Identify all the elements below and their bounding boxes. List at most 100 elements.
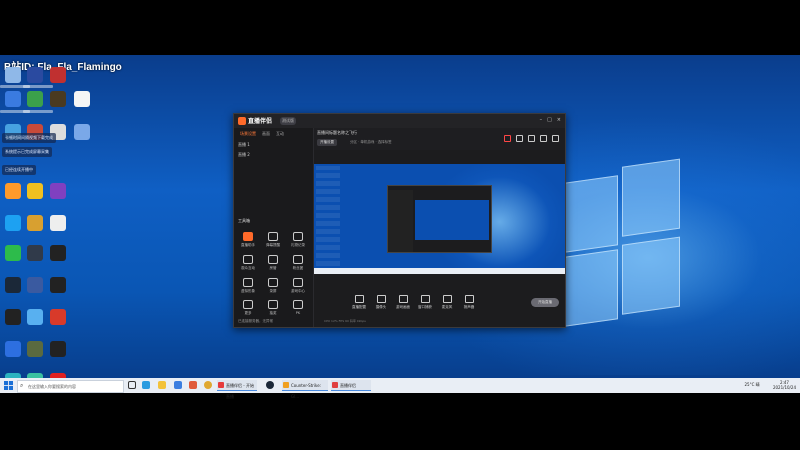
tool-moderator[interactable]: 房管 <box>261 255 285 271</box>
tool-lottery[interactable]: 抽奖 <box>261 300 285 316</box>
tools-title: 工具箱 <box>238 218 250 223</box>
taskbar-app-live[interactable]: 直播伴侣 - 开始直播 <box>217 380 257 399</box>
chart-icon[interactable] <box>528 135 535 142</box>
settings-icon[interactable] <box>540 135 547 142</box>
app-icon[interactable] <box>27 341 43 357</box>
app-icon[interactable] <box>174 381 182 389</box>
app-icon[interactable] <box>27 245 43 261</box>
notification: 已经连续开播中 <box>2 165 36 175</box>
file-icon[interactable] <box>74 91 90 107</box>
control-window-capture[interactable]: 窗口捕获 <box>416 295 434 310</box>
close-button[interactable]: × <box>557 117 561 123</box>
app-icon[interactable] <box>27 183 43 199</box>
app-logo-icon <box>238 117 246 125</box>
tool-audience[interactable]: 观众互动 <box>236 255 260 271</box>
windows-start-icon[interactable] <box>4 381 13 390</box>
icon-label <box>23 110 53 113</box>
recursive-preview-window <box>387 185 492 253</box>
app-icon[interactable] <box>50 67 66 83</box>
epic-games-icon[interactable] <box>5 309 21 325</box>
notification: 卡顿时间间隔视频下载完成 <box>2 133 56 143</box>
app-icon[interactable] <box>50 91 66 107</box>
steam-taskbar-icon[interactable] <box>266 381 274 389</box>
file-explorer-icon[interactable] <box>158 381 166 389</box>
app-icon[interactable] <box>50 341 66 357</box>
recycle-bin-icon[interactable] <box>5 67 21 83</box>
app-icon[interactable] <box>74 124 90 140</box>
search-icon: ⌕ <box>20 382 24 389</box>
edge-icon[interactable] <box>142 381 150 389</box>
app-icon[interactable] <box>50 309 66 325</box>
tool-gift-record[interactable]: 礼物记录 <box>286 232 310 248</box>
stream-preview[interactable] <box>314 164 565 274</box>
tool-pk[interactable]: PK <box>286 300 310 315</box>
tab-scene[interactable]: 场景设置 <box>240 131 256 137</box>
tab-interact[interactable]: 互动 <box>276 131 284 137</box>
app-title: 直播伴侣 <box>248 118 273 125</box>
chat-icon[interactable] <box>27 309 43 325</box>
tool-game-center[interactable]: 游戏中心 <box>286 278 310 294</box>
left-panel: 场景设置 画面 互动 直播 1 直播 2 工具箱 直播助手 弹幕提醒 礼物记录 … <box>234 128 314 327</box>
tool-fan-club[interactable]: 粉丝团 <box>286 255 310 271</box>
tool-avatar[interactable]: 虚拟形象 <box>236 278 260 294</box>
scene-item[interactable]: 直播 2 <box>238 152 250 158</box>
tool-danmaku[interactable]: 弹幕提醒 <box>261 232 285 248</box>
taskbar-search[interactable]: ⌕ 在这里输入你要搜索的内容 <box>17 380 124 393</box>
room-info-bar: 直播间标题名称之飞行 开播设置 分区 · 单机游戏 · 选择标签 <box>314 128 565 150</box>
start-live-button[interactable]: 开始直播 <box>531 298 559 307</box>
notification: 系统提示已完成屏幕采集 <box>2 147 52 157</box>
control-game-capture[interactable]: 游戏画面 <box>394 295 412 310</box>
app-icon[interactable] <box>5 183 21 199</box>
share-icon[interactable] <box>552 135 559 142</box>
app-icon[interactable] <box>50 245 66 261</box>
notification-icon[interactable] <box>504 135 511 142</box>
control-camera[interactable]: 摄像头 <box>372 295 390 310</box>
app-icon[interactable] <box>50 215 66 231</box>
control-config[interactable]: 直播配置 <box>350 295 368 310</box>
wechat-icon[interactable] <box>5 245 21 261</box>
app-icon[interactable] <box>27 215 43 231</box>
chrome-icon[interactable] <box>204 381 212 389</box>
tool-more[interactable]: 更多 <box>236 300 260 316</box>
tab-source[interactable]: 画面 <box>262 131 270 137</box>
clock-date[interactable]: 2021/10/24 <box>773 385 796 390</box>
task-view-icon[interactable] <box>128 381 136 389</box>
app-icon[interactable] <box>50 183 66 199</box>
version-badge: 测试版 <box>280 117 296 125</box>
gift-icon[interactable] <box>516 135 523 142</box>
steam-icon[interactable] <box>5 277 21 293</box>
windows-logo-wallpaper <box>560 158 680 334</box>
control-microphone[interactable]: 麦克风 <box>438 295 456 310</box>
preview-taskbar <box>314 268 565 274</box>
status-note: 已连接服务器，无异常 <box>238 319 273 323</box>
app-titlebar[interactable]: 直播伴侣 测试版 – □ × <box>234 114 565 128</box>
room-settings-button[interactable]: 开播设置 <box>317 139 337 146</box>
desktop-screen: B站ID: Fla_Fla_Flamingo 卡顿时间间隔视频下载完成 系统提示… <box>0 55 800 393</box>
tool-record[interactable]: 录屏 <box>261 278 285 294</box>
tool-live-assistant[interactable]: 直播助手 <box>236 232 260 248</box>
stream-controls: 直播配置 摄像头 游戏画面 窗口捕获 麦克风 扬声器 开始直播 <box>314 289 565 317</box>
qq-icon[interactable] <box>5 215 21 231</box>
app-icon[interactable] <box>5 91 21 107</box>
live-streaming-app-window[interactable]: 直播伴侣 测试版 – □ × 场景设置 画面 互动 直播 1 直播 2 工具箱 … <box>233 113 566 328</box>
app-icon[interactable] <box>27 91 43 107</box>
app-icon[interactable] <box>27 277 43 293</box>
maximize-button[interactable]: □ <box>547 117 552 123</box>
icon-label <box>23 85 53 88</box>
room-title[interactable]: 直播间标题名称之飞行 <box>317 130 357 136</box>
search-placeholder: 在这里输入你要搜索的内容 <box>28 384 76 389</box>
preview-desktop-icons <box>316 166 340 266</box>
scene-item[interactable]: 直播 1 <box>238 142 250 148</box>
app-icon[interactable] <box>5 341 21 357</box>
app-icon[interactable] <box>189 381 197 389</box>
taskbar-app-live-2[interactable]: 直播伴侣 <box>331 380 371 391</box>
weather[interactable]: 25°C 晴 <box>745 382 760 387</box>
system-tray[interactable]: 25°C 晴 2:47 2021/10/24 <box>745 380 797 390</box>
room-category[interactable]: 分区 · 单机游戏 · 选择标签 <box>350 140 392 145</box>
app-icon[interactable] <box>27 67 43 83</box>
control-speaker[interactable]: 扬声器 <box>460 295 478 310</box>
minimize-button[interactable]: – <box>540 117 543 123</box>
performance-stats: CPU 12% FPS 60 码率 0kbps <box>324 319 366 323</box>
taskbar-app-csgo[interactable]: Counter-Strike: Gl... <box>282 380 328 399</box>
app-icon[interactable] <box>50 277 66 293</box>
